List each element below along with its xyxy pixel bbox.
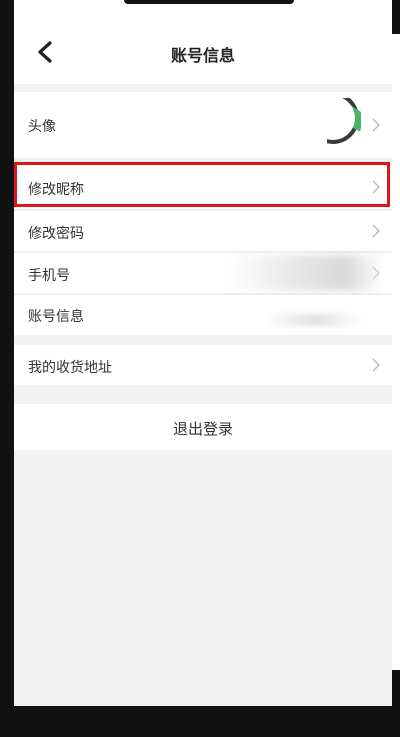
chevron-right-icon (372, 224, 380, 238)
avatar-row-label: 头像 (28, 119, 56, 135)
device-edge (392, 34, 400, 670)
highlight-box (14, 162, 390, 207)
status-bar (14, 0, 392, 22)
redacted-account-value (264, 314, 364, 326)
phone-number-label: 手机号 (28, 268, 70, 284)
logout-button[interactable]: 退出登录 (14, 404, 392, 450)
logout-label: 退出登录 (172, 420, 233, 438)
account-info-label: 账号信息 (28, 309, 84, 325)
navigation-bar: 账号信息 (14, 22, 392, 84)
avatar (327, 98, 361, 144)
app-screen: 账号信息 头像 修改昵称 修改密码 手机号 账号信息 我的收货地址 退出登录 (14, 0, 392, 706)
redacted-phone-value (229, 255, 384, 291)
shipping-address-label: 我的收货地址 (28, 360, 112, 376)
change-password-label: 修改密码 (28, 226, 84, 242)
chevron-right-icon (372, 118, 380, 132)
change-password-row[interactable]: 修改密码 (14, 211, 392, 251)
chevron-right-icon (372, 358, 380, 372)
page-title: 账号信息 (170, 46, 235, 65)
device-notch (124, 0, 294, 4)
shipping-address-row[interactable]: 我的收货地址 (14, 345, 392, 385)
device-bottom-edge (0, 706, 400, 737)
row-divider (14, 158, 392, 159)
